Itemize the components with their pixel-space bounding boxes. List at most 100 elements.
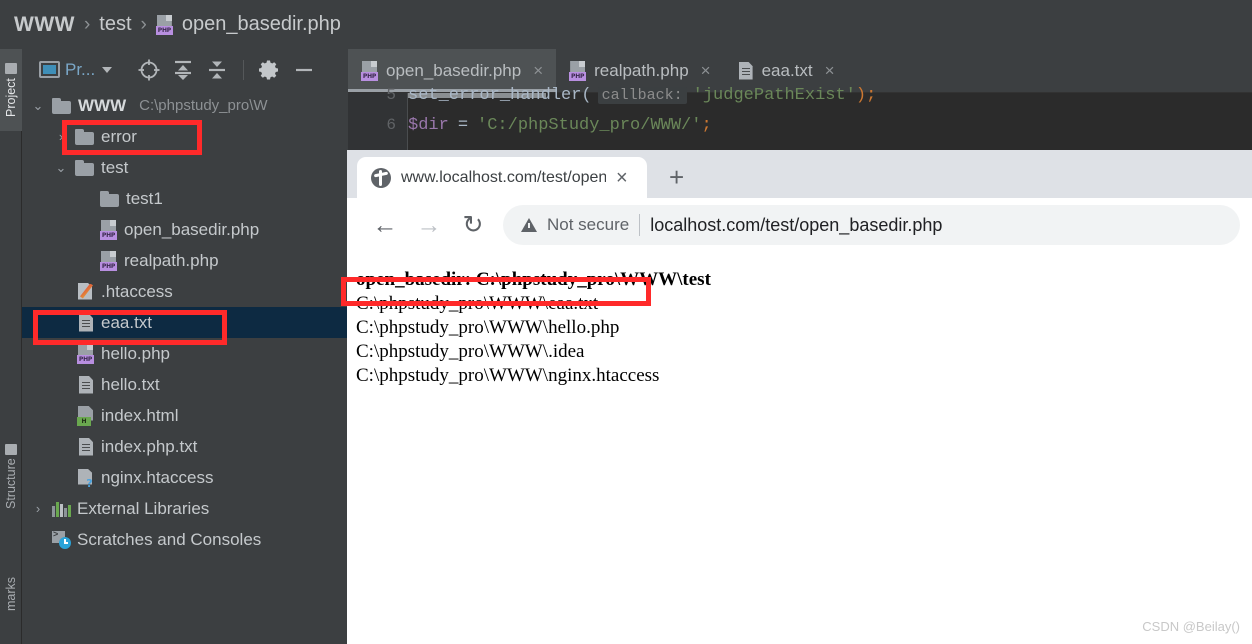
- tree-row-eaa-txt[interactable]: eaa.txt: [22, 307, 348, 338]
- forward-button[interactable]: →: [407, 205, 451, 245]
- not-secure-warning-icon: [521, 218, 537, 232]
- address-bar[interactable]: Not secure localhost.com/test/open_based…: [503, 205, 1240, 245]
- tool-tab-structure[interactable]: Structure: [0, 429, 22, 524]
- breadcrumb-item-file[interactable]: open_basedir.php: [182, 13, 341, 36]
- tree-label-www: WWW: [78, 95, 127, 115]
- breadcrumb-item-www[interactable]: WWW: [14, 13, 75, 37]
- security-status-label[interactable]: Not secure: [547, 215, 629, 235]
- tree-row-error[interactable]: › error: [22, 121, 348, 152]
- tree-row-realpath-php[interactable]: PHP realpath.php: [22, 245, 348, 276]
- code-token-string: 'C:/phpStudy_pro/WWW/': [477, 115, 702, 135]
- php-file-icon: PHP: [361, 60, 378, 81]
- tree-row-hello-txt[interactable]: hello.txt: [22, 369, 348, 400]
- tree-label-scratches-and-consoles: Scratches and Consoles: [77, 529, 262, 549]
- chevron-right-icon[interactable]: ›: [54, 129, 68, 144]
- tree-row-www[interactable]: ⌄ WWW C:\phpstudy_pro\W: [22, 90, 348, 121]
- close-icon[interactable]: ×: [616, 168, 628, 188]
- code-token-punct: );: [855, 85, 877, 105]
- tree-row-htaccess[interactable]: .htaccess: [22, 276, 348, 307]
- address-bar-url[interactable]: localhost.com/test/open_basedir.php: [650, 215, 942, 236]
- tree-label-error: error: [101, 126, 137, 146]
- browser-window: www.localhost.com/test/open_ × + ← → ↻ N…: [347, 150, 1252, 644]
- tree-label-test1: test1: [126, 188, 163, 208]
- collapse-all-icon[interactable]: [200, 55, 234, 85]
- tree-label-htaccess: .htaccess: [101, 281, 173, 301]
- chevron-down-icon[interactable]: ⌄: [31, 98, 45, 114]
- browser-tab-strip: www.localhost.com/test/open_ × +: [347, 150, 1252, 198]
- page-line-4: C:\phpstudy_pro\WWW\nginx.htaccess: [356, 365, 660, 386]
- breadcrumb-separator: ›: [83, 13, 91, 35]
- tree-row-test1[interactable]: test1: [22, 183, 348, 214]
- tree-label-hello-txt: hello.txt: [101, 374, 160, 394]
- line-number: 6: [386, 116, 396, 134]
- scratches-icon: [52, 531, 71, 549]
- reload-button[interactable]: ↻: [451, 205, 495, 245]
- libraries-icon: [52, 501, 71, 517]
- omnibox-divider: [639, 214, 641, 236]
- chevron-down-icon: [102, 66, 113, 73]
- txt-file-icon: [77, 437, 94, 457]
- tree-row-scratches-and-consoles[interactable]: Scratches and Consoles: [22, 524, 348, 555]
- gear-icon[interactable]: [253, 55, 287, 85]
- unknown-file-icon: ?: [77, 468, 94, 489]
- expand-all-icon[interactable]: [166, 55, 200, 85]
- tree-row-external-libraries[interactable]: › External Libraries: [22, 493, 348, 524]
- folder-icon: [52, 97, 71, 114]
- browser-tab[interactable]: www.localhost.com/test/open_ ×: [357, 157, 647, 198]
- line-number: 5: [386, 86, 396, 104]
- project-tool-window: Pr... ⌄ WWW C:\phpstudy_pro\W › error ⌄ …: [22, 49, 348, 644]
- project-view-selector[interactable]: Pr...: [39, 60, 113, 80]
- close-icon[interactable]: ×: [825, 61, 835, 81]
- php-file-icon: PHP: [155, 14, 173, 35]
- breadcrumb-item-test[interactable]: test: [99, 13, 131, 36]
- browser-toolbar: ← → ↻ Not secure localhost.com/test/open…: [347, 198, 1252, 252]
- code-token-function: set_error_handler(: [408, 85, 592, 105]
- tree-label-open-basedir-php: open_basedir.php: [124, 219, 260, 239]
- page-line-3: C:\phpstudy_pro\WWW\.idea: [356, 341, 585, 362]
- tool-tab-structure-label: Structure: [4, 458, 18, 510]
- php-file-icon: PHP: [77, 343, 94, 364]
- tree-label-hello-php: hello.php: [101, 343, 171, 363]
- page-line-2: C:\phpstudy_pro\WWW\hello.php: [356, 317, 620, 338]
- txt-file-icon: [77, 375, 94, 395]
- txt-file-icon: [77, 313, 94, 333]
- code-param-hint: callback:: [597, 86, 687, 104]
- code-token-operator: =: [457, 115, 469, 135]
- tree-label-eaa-txt: eaa.txt: [101, 312, 153, 332]
- editor-tab-label: eaa.txt: [761, 60, 813, 80]
- minimize-icon[interactable]: [287, 55, 321, 85]
- php-file-icon: PHP: [100, 250, 117, 271]
- tool-window-strip: Project Structure marks: [0, 49, 22, 644]
- tree-row-hello-php[interactable]: PHP hello.php: [22, 338, 348, 369]
- back-button[interactable]: ←: [363, 205, 407, 245]
- editor-tab-label: open_basedir.php: [386, 60, 522, 80]
- chevron-right-icon[interactable]: ›: [31, 501, 45, 516]
- breadcrumb: WWW › test › PHP open_basedir.php: [0, 0, 1252, 49]
- code-line-6: 6 $dir = 'C:/phpStudy_pro/WWW/' ;: [348, 111, 711, 139]
- tree-label-realpath-php: realpath.php: [124, 250, 219, 270]
- close-icon[interactable]: ×: [701, 61, 711, 81]
- toolbar-divider: [243, 59, 245, 80]
- tree-label-external-libraries: External Libraries: [77, 498, 210, 518]
- chevron-down-icon[interactable]: ⌄: [54, 160, 68, 176]
- close-icon[interactable]: ×: [533, 61, 543, 81]
- apache-feather-icon: [77, 282, 94, 302]
- tree-row-index-html[interactable]: H index.html: [22, 400, 348, 431]
- project-file-tree: ⌄ WWW C:\phpstudy_pro\W › error ⌄ test t…: [22, 90, 348, 555]
- code-token-variable: $dir: [408, 115, 449, 135]
- browser-tab-title: www.localhost.com/test/open_: [401, 168, 606, 186]
- watermark: CSDN @Beilay(): [1142, 619, 1240, 634]
- tree-row-open-basedir-php[interactable]: PHP open_basedir.php: [22, 214, 348, 245]
- tool-tab-bookmarks[interactable]: marks: [0, 559, 22, 629]
- tree-row-nginx-htaccess[interactable]: ? nginx.htaccess: [22, 462, 348, 493]
- page-content: open_basedir: C:\phpstudy_pro\WWW\test C…: [347, 252, 1252, 644]
- folder-icon: [75, 159, 94, 176]
- locate-icon[interactable]: [132, 55, 166, 85]
- folder-icon: [75, 128, 94, 145]
- new-tab-button[interactable]: +: [669, 164, 684, 190]
- tree-row-test[interactable]: ⌄ test: [22, 152, 348, 183]
- tool-tab-project[interactable]: Project: [0, 49, 22, 131]
- project-view-icon: [39, 61, 60, 78]
- code-token-argument: 'judgePathExist': [692, 85, 856, 105]
- tree-row-index-php-txt[interactable]: index.php.txt: [22, 431, 348, 462]
